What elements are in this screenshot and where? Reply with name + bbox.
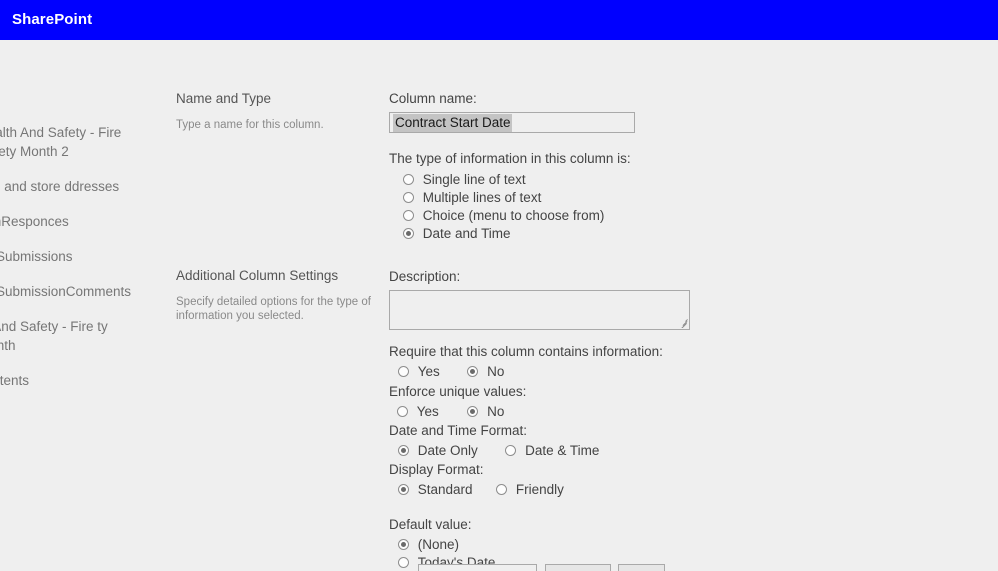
radio-multiple-lines-of-text-label[interactable]: Multiple lines of text (423, 190, 542, 205)
require-information-radio-group: Yes No (389, 364, 663, 382)
section-additional-column-settings-description: Specify detailed options for the type of… (176, 296, 371, 322)
default-value-label: Default value: (389, 517, 472, 532)
left-navigation: nt Health And Safety - Fire Safety Month… (0, 88, 146, 406)
radio-friendly-label[interactable]: Friendly (516, 482, 564, 497)
column-name-label: Column name: (389, 91, 477, 106)
radio-enforce-no-icon[interactable] (467, 406, 479, 417)
nav-item-2[interactable]: hop and store ddresses (0, 177, 146, 196)
radio-date-only-icon[interactable] (398, 445, 409, 456)
calculated-value-button[interactable] (618, 564, 665, 571)
resize-grip-icon[interactable] (677, 317, 688, 328)
radio-option-single-line-of-text[interactable]: Single line of text (403, 172, 631, 190)
description-textarea[interactable] (389, 290, 690, 330)
radio-option-date-and-time-format[interactable]: Date & Time (505, 443, 599, 458)
radio-todays-date-icon[interactable] (398, 557, 409, 568)
radio-date-only-label[interactable]: Date Only (418, 443, 478, 458)
section-name-and-type: Name and Type Type a name for this colum… (176, 90, 376, 132)
field-date-and-time-format: Date and Time Format: Date Only Date & T… (389, 422, 599, 461)
radio-enforce-no-label[interactable]: No (487, 404, 504, 419)
field-column-name: Column name: Contract Start Date (389, 90, 635, 133)
field-description: Description: (389, 268, 690, 330)
section-name-and-type-description: Type a name for this column. (176, 119, 324, 131)
section-name-and-type-title: Name and Type (176, 91, 272, 106)
radio-date-and-time-format-label[interactable]: Date & Time (525, 443, 599, 458)
radio-option-require-yes[interactable]: Yes (398, 364, 444, 379)
field-enforce-unique-values: Enforce unique values: Yes No (389, 383, 526, 422)
radio-option-enforce-no[interactable]: No (467, 404, 504, 419)
radio-friendly-icon[interactable] (496, 484, 508, 495)
suite-header-bar: SharePoint (0, 0, 998, 40)
radio-require-no-label[interactable]: No (487, 364, 504, 379)
radio-option-none[interactable]: (None) (398, 537, 495, 555)
column-name-input[interactable]: Contract Start Date (389, 112, 635, 133)
date-picker-button[interactable] (545, 564, 611, 571)
nav-item-3[interactable]: ormResponces (0, 212, 146, 231)
require-information-label: Require that this column contains inform… (389, 344, 663, 359)
sharepoint-brand-link[interactable]: SharePoint (12, 0, 92, 40)
radio-require-no-icon[interactable] (467, 366, 479, 377)
date-and-time-format-label: Date and Time Format: (389, 423, 528, 438)
radio-date-and-time-icon[interactable] (403, 228, 414, 239)
radio-multiple-lines-of-text-icon[interactable] (403, 192, 414, 203)
field-require-information: Require that this column contains inform… (389, 343, 663, 382)
section-additional-column-settings-title: Additional Column Settings (176, 268, 339, 283)
radio-standard-label[interactable]: Standard (418, 482, 473, 497)
radio-option-friendly[interactable]: Friendly (496, 482, 564, 497)
nav-item-0[interactable]: nt (0, 88, 146, 107)
radio-none-label[interactable]: (None) (418, 537, 459, 552)
radio-option-multiple-lines-of-text[interactable]: Multiple lines of text (403, 190, 631, 208)
field-type-of-information: The type of information in this column i… (389, 150, 631, 244)
field-default-value: Default value: (None) Today's Date (389, 516, 495, 571)
display-format-label: Display Format: (389, 462, 484, 477)
field-display-format: Display Format: Standard Friendly (389, 461, 564, 500)
nav-item-7[interactable]: contents (0, 371, 146, 390)
nav-item-4[interactable]: ABSubmissions (0, 247, 146, 266)
enforce-unique-values-radio-group: Yes No (389, 404, 526, 422)
radio-enforce-yes-label[interactable]: Yes (417, 404, 439, 419)
radio-option-date-and-time[interactable]: Date and Time (403, 226, 631, 244)
date-and-time-format-radio-group: Date Only Date & Time (389, 443, 599, 461)
radio-none-icon[interactable] (398, 539, 409, 550)
radio-enforce-yes-icon[interactable] (397, 406, 408, 417)
radio-option-date-only[interactable]: Date Only (398, 443, 482, 458)
display-format-radio-group: Standard Friendly (389, 482, 564, 500)
section-additional-column-settings: Additional Column Settings Specify detai… (176, 267, 376, 323)
column-name-input-value: Contract Start Date (393, 114, 512, 132)
radio-single-line-of-text-label[interactable]: Single line of text (423, 172, 526, 187)
page-content: nt Health And Safety - Fire Safety Month… (0, 40, 998, 571)
radio-date-and-time-format-icon[interactable] (505, 445, 517, 456)
nav-item-1[interactable]: Health And Safety - Fire Safety Month 2 (0, 123, 146, 161)
type-of-information-label: The type of information in this column i… (389, 151, 631, 166)
radio-date-and-time-label[interactable]: Date and Time (423, 226, 511, 241)
radio-require-yes-label[interactable]: Yes (418, 364, 440, 379)
nav-item-6[interactable]: th And Safety - Fire ty Month (0, 317, 146, 355)
radio-option-require-no[interactable]: No (467, 364, 504, 379)
radio-require-yes-icon[interactable] (398, 366, 409, 377)
radio-option-standard[interactable]: Standard (398, 482, 476, 497)
description-label: Description: (389, 269, 461, 284)
radio-choice-icon[interactable] (403, 210, 414, 221)
enforce-unique-values-label: Enforce unique values: (389, 384, 527, 399)
radio-standard-icon[interactable] (398, 484, 409, 495)
radio-choice-label[interactable]: Choice (menu to choose from) (423, 208, 605, 223)
default-value-date-input[interactable] (418, 564, 537, 571)
radio-option-choice[interactable]: Choice (menu to choose from) (403, 208, 631, 226)
radio-option-enforce-yes[interactable]: Yes (397, 404, 443, 419)
nav-item-5[interactable]: ABSubmissionComments (0, 282, 146, 301)
type-of-information-radio-group: Single line of text Multiple lines of te… (389, 172, 631, 244)
radio-single-line-of-text-icon[interactable] (403, 174, 414, 185)
